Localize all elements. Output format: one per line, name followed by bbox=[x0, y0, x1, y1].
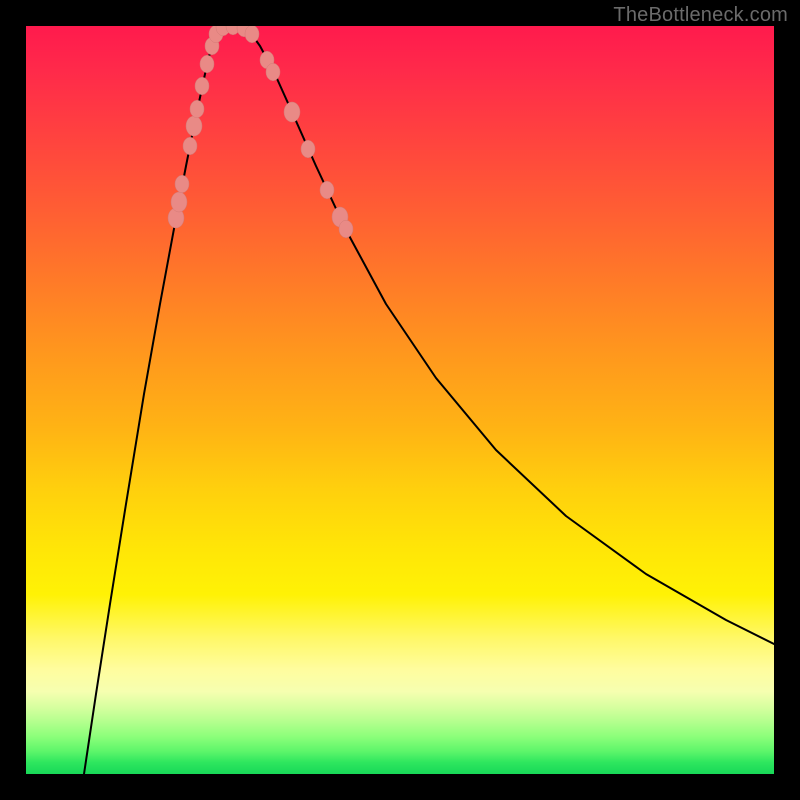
watermark-text: TheBottleneck.com bbox=[613, 4, 788, 27]
marker-layer bbox=[168, 26, 353, 238]
data-marker bbox=[183, 137, 197, 155]
data-marker bbox=[186, 116, 202, 136]
chart-frame bbox=[26, 26, 774, 774]
data-marker bbox=[175, 175, 189, 193]
data-marker bbox=[200, 55, 214, 73]
chart-svg bbox=[26, 26, 774, 774]
data-marker bbox=[266, 63, 280, 81]
data-marker bbox=[339, 220, 353, 238]
series-left-curve bbox=[84, 26, 226, 774]
series-right-curve bbox=[242, 26, 774, 644]
data-marker bbox=[245, 26, 259, 43]
data-marker bbox=[195, 77, 209, 95]
data-marker bbox=[301, 140, 315, 158]
data-marker bbox=[320, 181, 334, 199]
data-marker bbox=[190, 100, 204, 118]
data-marker bbox=[171, 192, 187, 212]
data-marker bbox=[284, 102, 300, 122]
